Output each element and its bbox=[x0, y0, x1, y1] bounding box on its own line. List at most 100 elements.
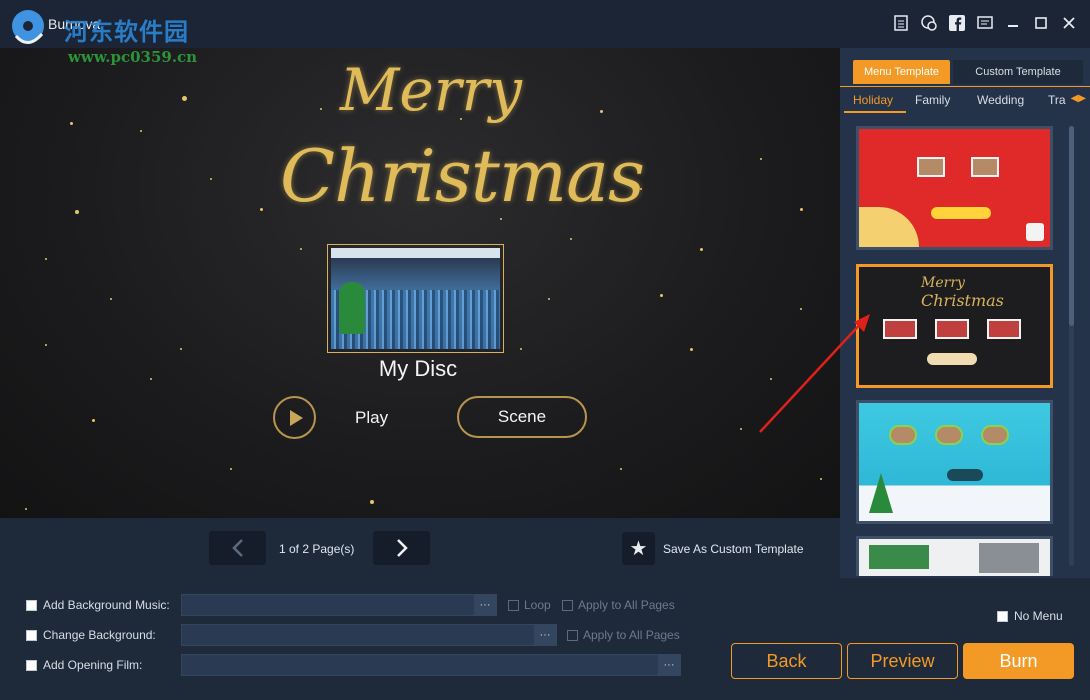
app-logo-icon bbox=[12, 10, 44, 44]
next-page-button[interactable] bbox=[373, 531, 430, 565]
template-panel: Menu Template Custom Template Holiday Fa… bbox=[840, 48, 1090, 578]
browse-music-button[interactable]: ··· bbox=[474, 595, 496, 615]
template-list: Merry Christmas bbox=[856, 126, 1053, 576]
template-headline-christmas: Christmas bbox=[921, 291, 1004, 310]
sparkle-decoration bbox=[25, 508, 27, 510]
chevron-right-icon bbox=[396, 539, 408, 557]
no-menu-label: No Menu bbox=[1014, 609, 1063, 623]
category-wedding[interactable]: Wedding bbox=[977, 93, 1024, 107]
page-indicator: 1 of 2 Page(s) bbox=[279, 542, 355, 556]
template-item[interactable]: Merry Christmas bbox=[856, 264, 1053, 388]
sparkle-decoration bbox=[180, 348, 182, 350]
bg-change-checkbox[interactable] bbox=[26, 629, 37, 641]
sparkle-decoration bbox=[660, 294, 663, 297]
play-button[interactable] bbox=[273, 396, 316, 439]
sparkle-decoration bbox=[760, 158, 762, 160]
feedback-icon[interactable] bbox=[976, 14, 994, 32]
no-menu-option[interactable]: No Menu bbox=[997, 609, 1063, 623]
category-holiday[interactable]: Holiday bbox=[853, 93, 893, 107]
sparkle-decoration bbox=[182, 96, 187, 101]
star-icon[interactable]: ★ bbox=[622, 532, 655, 565]
bg-music-option[interactable]: Add Background Music: bbox=[26, 598, 170, 612]
bg-apply-all-label: Apply to All Pages bbox=[583, 628, 680, 642]
category-tabs: Holiday Family Wedding Tra ◀▶ bbox=[840, 86, 1090, 113]
sparkle-decoration bbox=[110, 298, 112, 300]
bg-apply-all-checkbox[interactable] bbox=[567, 629, 578, 641]
browse-film-button[interactable]: ··· bbox=[658, 655, 680, 675]
disc-thumbnail[interactable] bbox=[327, 244, 504, 353]
headline-christmas: Christmas bbox=[280, 134, 645, 218]
template-scrollbar[interactable] bbox=[1069, 126, 1074, 566]
watermark-url: www.pc0359.cn bbox=[68, 48, 198, 66]
scene-button[interactable]: Scene bbox=[457, 396, 587, 438]
play-icon bbox=[290, 409, 303, 426]
sparkle-decoration bbox=[690, 348, 693, 351]
bg-music-label: Add Background Music: bbox=[43, 598, 170, 612]
sparkle-decoration bbox=[570, 238, 572, 240]
loop-checkbox[interactable] bbox=[508, 599, 519, 611]
disc-title[interactable]: My Disc bbox=[330, 356, 506, 382]
no-menu-checkbox[interactable] bbox=[997, 610, 1008, 622]
sparkle-decoration bbox=[800, 208, 803, 211]
active-category-underline bbox=[844, 111, 906, 113]
sparkle-decoration bbox=[260, 208, 263, 211]
sparkle-decoration bbox=[370, 500, 374, 504]
prev-page-button[interactable] bbox=[209, 531, 266, 565]
opening-film-option[interactable]: Add Opening Film: bbox=[26, 658, 142, 672]
music-apply-all-label: Apply to All Pages bbox=[578, 598, 675, 612]
bg-change-input[interactable]: ··· bbox=[181, 624, 557, 646]
sparkle-decoration bbox=[600, 110, 603, 113]
sparkle-decoration bbox=[75, 210, 79, 214]
tab-custom-template[interactable]: Custom Template bbox=[953, 60, 1083, 84]
facebook-icon[interactable] bbox=[948, 14, 966, 32]
document-icon[interactable] bbox=[892, 14, 910, 32]
opening-film-checkbox[interactable] bbox=[26, 659, 37, 671]
maximize-icon[interactable] bbox=[1032, 14, 1050, 32]
page-navigation: 1 of 2 Page(s) ★ Save As Custom Template bbox=[0, 518, 840, 578]
options-panel: Add Background Music: ··· Loop Apply to … bbox=[0, 578, 1090, 700]
music-apply-all-option[interactable]: Apply to All Pages bbox=[562, 598, 675, 612]
save-custom-template-button[interactable]: Save As Custom Template bbox=[663, 542, 804, 556]
title-bar: Burnova 河东软件园 bbox=[0, 0, 1090, 48]
loop-option[interactable]: Loop bbox=[508, 598, 551, 612]
music-apply-all-checkbox[interactable] bbox=[562, 599, 573, 611]
sparkle-decoration bbox=[92, 419, 95, 422]
sparkle-decoration bbox=[700, 248, 703, 251]
sparkle-decoration bbox=[300, 248, 302, 250]
play-label[interactable]: Play bbox=[355, 408, 388, 428]
menu-preview: www.pc0359.cn Merry Christmas My Disc Pl… bbox=[0, 48, 840, 518]
bg-apply-all-option[interactable]: Apply to All Pages bbox=[567, 628, 680, 642]
bg-music-input[interactable]: ··· bbox=[181, 594, 497, 616]
close-icon[interactable] bbox=[1060, 14, 1078, 32]
preview-button[interactable]: Preview bbox=[847, 643, 958, 679]
annotation-arrow bbox=[759, 314, 870, 433]
bg-change-option[interactable]: Change Background: bbox=[26, 628, 156, 642]
sparkle-decoration bbox=[740, 428, 742, 430]
sparkle-decoration bbox=[45, 344, 47, 346]
sparkle-decoration bbox=[45, 258, 47, 260]
opening-film-input[interactable]: ··· bbox=[181, 654, 681, 676]
template-item[interactable] bbox=[856, 536, 1053, 576]
category-family[interactable]: Family bbox=[915, 93, 950, 107]
sparkle-decoration bbox=[140, 130, 142, 132]
template-headline-merry: Merry bbox=[921, 275, 965, 291]
category-scroll-arrows-icon[interactable]: ◀▶ bbox=[1071, 93, 1086, 104]
burn-button[interactable]: Burn bbox=[963, 643, 1074, 679]
tab-menu-template[interactable]: Menu Template bbox=[853, 60, 950, 84]
template-item[interactable] bbox=[856, 400, 1053, 524]
chevron-left-icon bbox=[231, 539, 243, 557]
category-travel[interactable]: Tra bbox=[1048, 93, 1066, 107]
scrollbar-thumb[interactable] bbox=[1069, 126, 1074, 326]
opening-film-label: Add Opening Film: bbox=[43, 658, 143, 672]
chat-icon[interactable] bbox=[920, 14, 938, 32]
loop-label: Loop bbox=[524, 598, 551, 612]
browse-background-button[interactable]: ··· bbox=[534, 625, 556, 645]
template-item[interactable] bbox=[856, 126, 1053, 250]
minimize-icon[interactable] bbox=[1004, 14, 1022, 32]
sparkle-decoration bbox=[500, 218, 502, 220]
sparkle-decoration bbox=[70, 122, 73, 125]
back-button[interactable]: Back bbox=[731, 643, 842, 679]
bg-music-checkbox[interactable] bbox=[26, 599, 37, 611]
sparkle-decoration bbox=[150, 378, 152, 380]
sparkle-decoration bbox=[320, 108, 322, 110]
